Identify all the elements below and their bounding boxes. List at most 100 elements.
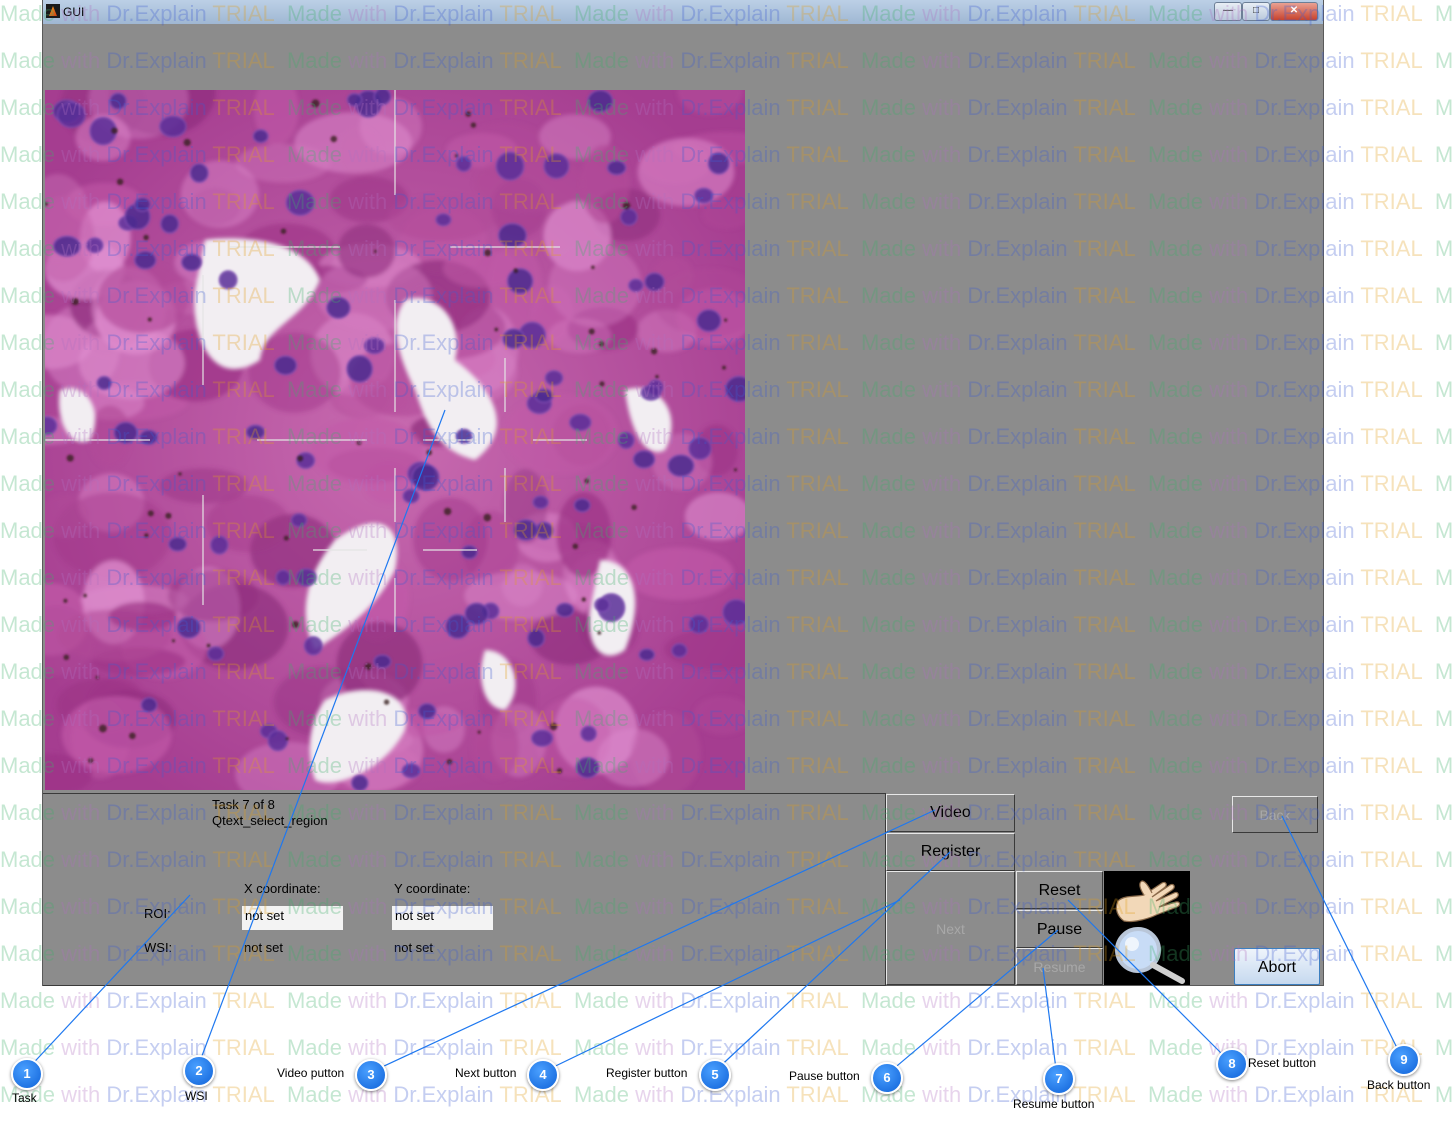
cell-nucleus — [176, 616, 202, 639]
cell-nucleus — [273, 355, 298, 376]
cell-nucleus — [140, 697, 158, 713]
cell-nucleus — [402, 488, 420, 504]
pigment-granule — [484, 249, 492, 257]
abort-button[interactable]: Abort — [1234, 948, 1320, 985]
cell-nucleus — [189, 162, 209, 184]
pigment-granule — [549, 722, 558, 731]
pigment-granule — [183, 138, 191, 147]
pigment-granule — [95, 675, 99, 680]
pigment-granule — [631, 504, 637, 510]
cell-nucleus — [617, 431, 635, 450]
cell-nucleus — [411, 463, 440, 492]
cell-nucleus — [45, 416, 58, 436]
roi-label: ROI: — [144, 906, 171, 921]
cell-nucleus — [693, 187, 714, 204]
reset-button[interactable]: Reset — [1016, 871, 1103, 909]
pigment-granule — [147, 510, 154, 517]
cell-nucleus — [207, 646, 225, 662]
wsi-x-value: not set — [244, 940, 284, 955]
tissue-region — [624, 547, 734, 600]
cell-nucleus — [513, 519, 539, 541]
next-button[interactable]: Next — [886, 871, 1015, 985]
tissue-image — [45, 90, 745, 790]
cell-nucleus — [573, 497, 591, 513]
pigment-granule — [178, 472, 182, 476]
window-title: GUI — [63, 5, 85, 19]
cell-nucleus — [373, 654, 392, 669]
back-button[interactable]: Back — [1232, 796, 1318, 833]
callout-label-task: Task — [12, 1091, 37, 1105]
pigment-granule — [296, 455, 304, 462]
pigment-granule — [206, 643, 211, 648]
pause-button[interactable]: Pause — [1016, 910, 1103, 948]
roi-x-field[interactable]: not set — [242, 906, 343, 930]
maximize-button[interactable]: □ — [1242, 2, 1270, 21]
pigment-granule — [572, 543, 579, 550]
pigment-granule — [147, 317, 152, 322]
cell-nucleus — [543, 153, 570, 179]
cell-nucleus — [139, 429, 159, 446]
register-button[interactable]: Register — [886, 833, 1015, 871]
pigment-granule — [483, 513, 492, 522]
pigment-granule — [591, 265, 595, 270]
cell-nucleus — [209, 535, 229, 555]
pigment-granule — [71, 298, 79, 306]
tissue-region — [167, 569, 259, 622]
minimize-button[interactable]: — — [1214, 2, 1242, 21]
cell-nucleus — [326, 296, 351, 320]
cell-nucleus — [502, 328, 526, 350]
callout-label-wsi: WSI — [185, 1089, 208, 1103]
cell-nucleus — [133, 250, 157, 270]
cell-nucleus — [671, 643, 688, 658]
pigment-granule — [285, 737, 289, 741]
cell-nucleus — [644, 272, 665, 292]
pigment-granule — [722, 365, 726, 370]
cell-nucleus — [455, 428, 473, 444]
cell-nucleus — [722, 598, 745, 626]
tool-icons — [1115, 880, 1185, 984]
pigment-granule — [63, 598, 68, 603]
tissue-region — [108, 601, 177, 631]
hand-icon[interactable] — [1115, 880, 1181, 923]
cell-nucleus — [464, 602, 490, 626]
cell-nucleus — [628, 278, 644, 293]
callout-marker-9: 9 — [1388, 1044, 1420, 1076]
wsi-image[interactable] — [45, 90, 745, 790]
roi-y-field[interactable]: not set — [392, 906, 493, 930]
cell-nucleus — [530, 729, 554, 748]
close-button[interactable]: ✕ — [1270, 2, 1318, 21]
cell-nucleus — [696, 308, 722, 333]
pigment-granule — [374, 249, 377, 253]
cell-nucleus — [363, 337, 385, 355]
video-button[interactable]: Video — [886, 794, 1015, 832]
pigment-granule — [383, 699, 390, 705]
pigment-granule — [724, 318, 728, 322]
pigment-granule — [283, 535, 289, 541]
callout-marker-3: 3 — [355, 1059, 387, 1091]
pigment-granule — [584, 478, 590, 484]
cell-nucleus — [373, 90, 392, 106]
pigment-granule — [477, 730, 481, 734]
pigment-granule — [99, 724, 107, 733]
pigment-granule — [116, 178, 124, 185]
title-bar[interactable]: GUI — □ ✕ — [43, 0, 1323, 24]
cell-nucleus — [346, 92, 363, 107]
cell-nucleus — [303, 635, 323, 656]
pigment-granule — [513, 268, 519, 274]
cell-nucleus — [52, 235, 82, 257]
cell-nucleus — [350, 774, 369, 790]
tissue-region — [97, 262, 189, 334]
callout-label-register: Register button — [606, 1066, 688, 1080]
pigment-granule — [111, 127, 118, 135]
tissue-region — [548, 243, 642, 327]
pigment-granule — [426, 449, 433, 456]
callout-label-resume: Resume button — [1013, 1097, 1095, 1111]
pigment-granule — [83, 593, 87, 598]
resume-button[interactable]: Resume — [1016, 948, 1103, 985]
cell-nucleus — [96, 375, 113, 391]
pigment-granule — [330, 135, 337, 143]
callout-marker-7: 7 — [1043, 1063, 1075, 1095]
magnifier-icon[interactable] — [1115, 927, 1185, 984]
callout-marker-8: 8 — [1216, 1048, 1248, 1080]
callout-marker-6: 6 — [871, 1062, 903, 1094]
